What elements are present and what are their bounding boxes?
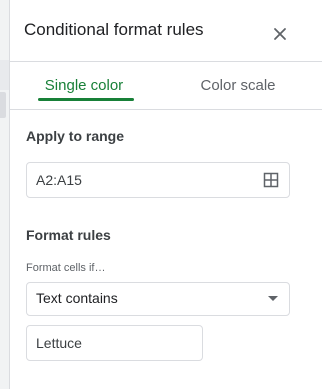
close-button[interactable]: [268, 22, 292, 46]
tab-color-scale[interactable]: Color scale: [188, 62, 288, 109]
panel-title: Conditional format rules: [24, 20, 204, 39]
range-value: A2:A15: [36, 172, 82, 188]
panel-header: Conditional format rules: [10, 0, 322, 62]
condition-dropdown[interactable]: Text contains: [26, 282, 290, 316]
close-icon: [274, 28, 286, 40]
dropdown-arrow-icon: [268, 296, 278, 301]
format-type-tabs: Single color Color scale: [10, 62, 322, 110]
active-tab-indicator: [38, 98, 134, 101]
spreadsheet-grid-edge: [0, 0, 9, 389]
condition-value-input[interactable]: Lettuce: [26, 325, 203, 361]
tab-label: Single color: [44, 77, 124, 94]
grid-select-icon: [263, 172, 279, 188]
condition-hint-label: Format cells if…: [26, 262, 106, 274]
grid-row-highlight: [0, 92, 6, 118]
tab-label: Color scale: [200, 77, 276, 94]
condition-text-value: Lettuce: [36, 335, 82, 351]
tab-single-color[interactable]: Single color: [34, 62, 134, 109]
apply-to-range-label: Apply to range: [26, 128, 125, 144]
conditional-format-panel: Conditional format rules Single color Co…: [9, 0, 322, 389]
range-input[interactable]: A2:A15: [26, 162, 290, 198]
grid-cell: [0, 60, 9, 90]
select-range-button[interactable]: [263, 172, 279, 188]
format-rules-label: Format rules: [26, 227, 111, 243]
condition-value: Text contains: [36, 290, 118, 306]
